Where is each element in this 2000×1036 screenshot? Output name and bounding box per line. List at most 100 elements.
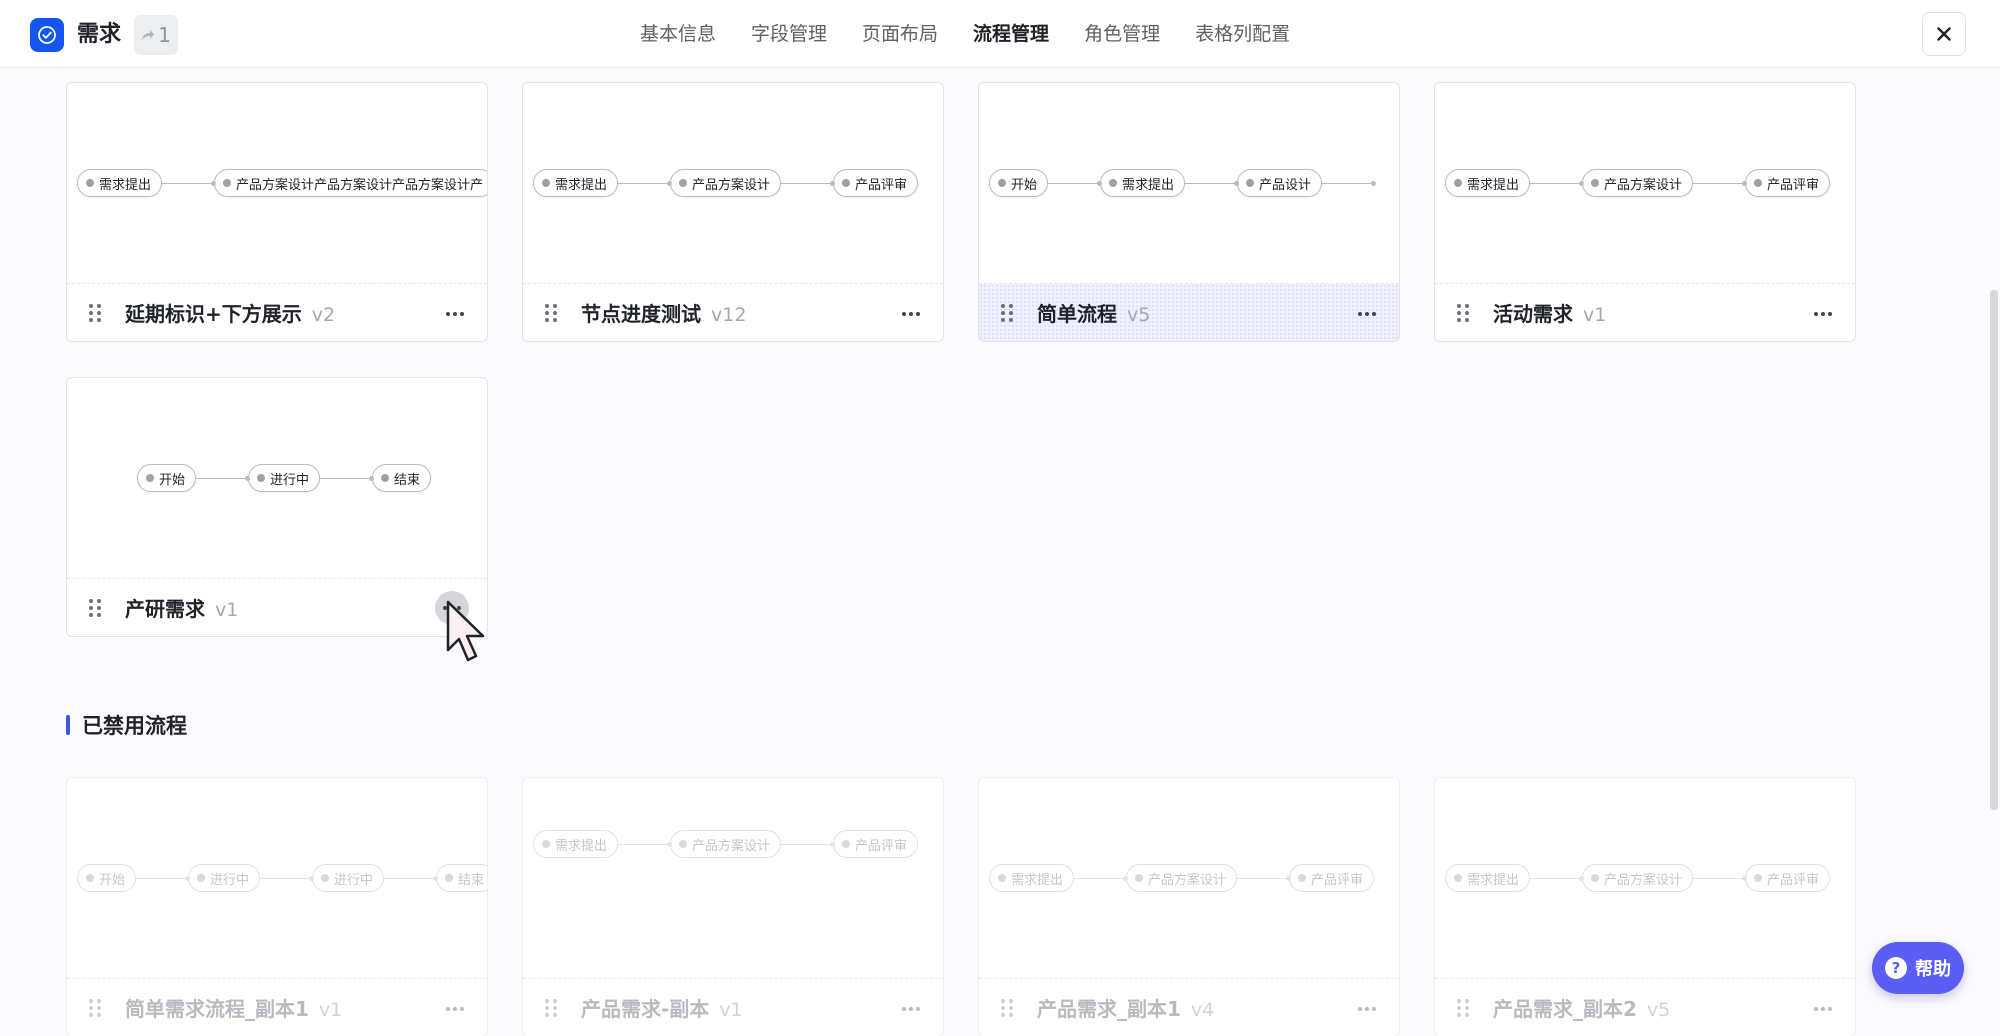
more-horizontal-icon[interactable] <box>1351 995 1383 1023</box>
drag-handle-icon[interactable] <box>89 304 101 322</box>
card-footer: 产品需求-副本 v1 <box>523 979 943 1036</box>
flow-version: v12 <box>711 304 747 326</box>
flow-node: 需求提出 <box>77 169 163 197</box>
flow-node: 需求提出 <box>1445 169 1531 197</box>
flow-preview: 需求提出 产品方案设计 产品评审 <box>979 778 1399 979</box>
flow-node: 产品评审 <box>1745 169 1831 197</box>
drag-handle-icon[interactable] <box>89 599 101 617</box>
card-footer: 简单需求流程_副本1 v1 <box>67 979 487 1036</box>
flow-card-disabled[interactable]: 需求提出 产品方案设计 产品评审 产品需求_副本1 v4 <box>978 777 1400 1036</box>
flow-node: 产品方案设计 <box>670 830 782 858</box>
close-button[interactable] <box>1922 12 1966 56</box>
flow-node: 需求提出 <box>1445 864 1531 892</box>
drag-handle-icon[interactable] <box>1457 999 1469 1017</box>
more-horizontal-icon[interactable] <box>1351 300 1383 328</box>
help-button[interactable]: ? 帮助 <box>1872 942 1964 994</box>
flow-node: 进行中 <box>248 464 321 492</box>
flow-node: 需求提出 <box>533 169 619 197</box>
more-horizontal-icon[interactable] <box>439 995 471 1023</box>
flow-node: 开始 <box>137 464 197 492</box>
flow-card-disabled[interactable]: 需求提出 产品方案设计 产品评审 产品需求_副本2 v5 <box>1434 777 1856 1036</box>
flow-node: 开始 <box>77 864 137 892</box>
flow-card[interactable]: 需求提出 产品方案设计产品方案设计产品方案设计产 延期标识+下方展示 v2 <box>66 82 488 342</box>
drag-handle-icon[interactable] <box>1457 304 1469 322</box>
flow-card-disabled[interactable]: 开始 进行中 进行中 结束 简单需求流程_副本1 v1 <box>66 777 488 1036</box>
tab-role-management[interactable]: 角色管理 <box>1084 0 1160 68</box>
flow-preview: 需求提出 产品方案设计 产品评审 <box>523 83 943 284</box>
more-horizontal-icon[interactable] <box>895 995 927 1023</box>
more-horizontal-icon[interactable] <box>1807 995 1839 1023</box>
flow-preview: 开始 进行中 结束 <box>67 378 487 579</box>
card-footer: 产品需求_副本2 v5 <box>1435 979 1855 1036</box>
flow-preview: 需求提出 产品方案设计 产品评审 <box>1435 83 1855 284</box>
flow-preview: 需求提出 产品方案设计产品方案设计产品方案设计产 <box>67 83 487 284</box>
flow-card[interactable]: 需求提出 产品方案设计 产品评审 节点进度测试 v12 <box>522 82 944 342</box>
drag-handle-icon[interactable] <box>1001 999 1013 1017</box>
tab-field-management[interactable]: 字段管理 <box>751 0 827 68</box>
flow-node: 产品方案设计 <box>1582 169 1694 197</box>
more-horizontal-icon[interactable] <box>439 300 471 328</box>
flow-version: v2 <box>311 304 336 326</box>
flow-name: 简单需求流程_副本1 v1 <box>125 997 343 1021</box>
main-nav-tabs: 基本信息 字段管理 页面布局 流程管理 角色管理 表格列配置 <box>640 0 1325 68</box>
flow-node: 产品评审 <box>1745 864 1831 892</box>
tab-basic-info[interactable]: 基本信息 <box>640 0 716 68</box>
flow-name: 产品需求_副本1 v4 <box>1037 997 1215 1021</box>
help-label: 帮助 <box>1915 959 1951 980</box>
flow-card-disabled[interactable]: 需求提出 产品方案设计 产品评审 产品需求-副本 v1 <box>522 777 944 1036</box>
flow-name: 产品需求_副本2 v5 <box>1493 997 1671 1021</box>
drag-handle-icon[interactable] <box>89 999 101 1017</box>
flow-node: 需求提出 <box>533 830 619 858</box>
flow-node: 产品方案设计产品方案设计产品方案设计产 <box>214 169 487 197</box>
flow-node: 进行中 <box>312 864 385 892</box>
drag-handle-icon[interactable] <box>545 999 557 1017</box>
section-title-disabled: 已禁用流程 <box>66 712 187 738</box>
flow-node: 进行中 <box>188 864 261 892</box>
question-circle-icon: ? <box>1885 957 1907 979</box>
flow-version: v4 <box>1190 999 1215 1021</box>
section-title-text: 已禁用流程 <box>82 714 187 738</box>
flow-node: 需求提出 <box>989 864 1075 892</box>
flow-version: v1 <box>1583 304 1607 326</box>
vertical-scrollbar[interactable] <box>1990 290 1998 810</box>
mouse-cursor-icon <box>446 600 485 662</box>
top-header: 需求 1 基本信息 字段管理 页面布局 流程管理 角色管理 表格列配置 <box>0 0 2000 68</box>
more-horizontal-icon[interactable] <box>1807 300 1839 328</box>
flow-preview: 需求提出 产品方案设计 产品评审 <box>1435 778 1855 979</box>
flow-node: 结束 <box>436 864 487 892</box>
flow-name: 延期标识+下方展示 v2 <box>125 302 336 326</box>
share-count: 1 <box>158 23 171 47</box>
tab-table-column-config[interactable]: 表格列配置 <box>1195 0 1290 68</box>
flow-name: 产品需求-副本 v1 <box>581 997 743 1021</box>
section-accent-bar <box>66 715 70 735</box>
more-horizontal-icon[interactable] <box>895 300 927 328</box>
card-footer: 产研需求 v1 <box>67 579 487 636</box>
flow-card[interactable]: 需求提出 产品方案设计 产品评审 活动需求 v1 <box>1434 82 1856 342</box>
flow-name: 活动需求 v1 <box>1493 302 1607 326</box>
flow-name: 产研需求 v1 <box>125 597 239 621</box>
flow-node: 需求提出 <box>1100 169 1186 197</box>
flow-version: v5 <box>1646 999 1671 1021</box>
share-arrow-icon <box>142 30 155 40</box>
drag-handle-icon[interactable] <box>545 304 557 322</box>
flow-name: 简单流程 v5 <box>1037 302 1151 326</box>
close-icon <box>1937 27 1951 41</box>
flow-version: v1 <box>719 999 743 1021</box>
check-circle-icon <box>30 18 64 52</box>
flow-node: 产品设计 <box>1237 169 1323 197</box>
flow-version: v1 <box>318 999 343 1021</box>
tab-flow-management[interactable]: 流程管理 <box>973 0 1049 68</box>
flow-preview: 需求提出 产品方案设计 产品评审 <box>523 778 943 979</box>
flow-preview: 开始 进行中 进行中 结束 <box>67 778 487 979</box>
drag-handle-icon[interactable] <box>1001 304 1013 322</box>
flow-version: v1 <box>215 599 239 621</box>
card-footer: 延期标识+下方展示 v2 <box>67 284 487 341</box>
flow-card[interactable]: 开始 进行中 结束 产研需求 v1 <box>66 377 488 637</box>
flow-node: 产品评审 <box>1289 864 1375 892</box>
card-footer: 产品需求_副本1 v4 <box>979 979 1399 1036</box>
share-count-chip[interactable]: 1 <box>134 15 178 55</box>
flow-node: 产品评审 <box>833 169 919 197</box>
tab-page-layout[interactable]: 页面布局 <box>862 0 938 68</box>
card-footer: 活动需求 v1 <box>1435 284 1855 341</box>
flow-card[interactable]: 开始 需求提出 产品设计 简单流程 v5 <box>978 82 1400 342</box>
